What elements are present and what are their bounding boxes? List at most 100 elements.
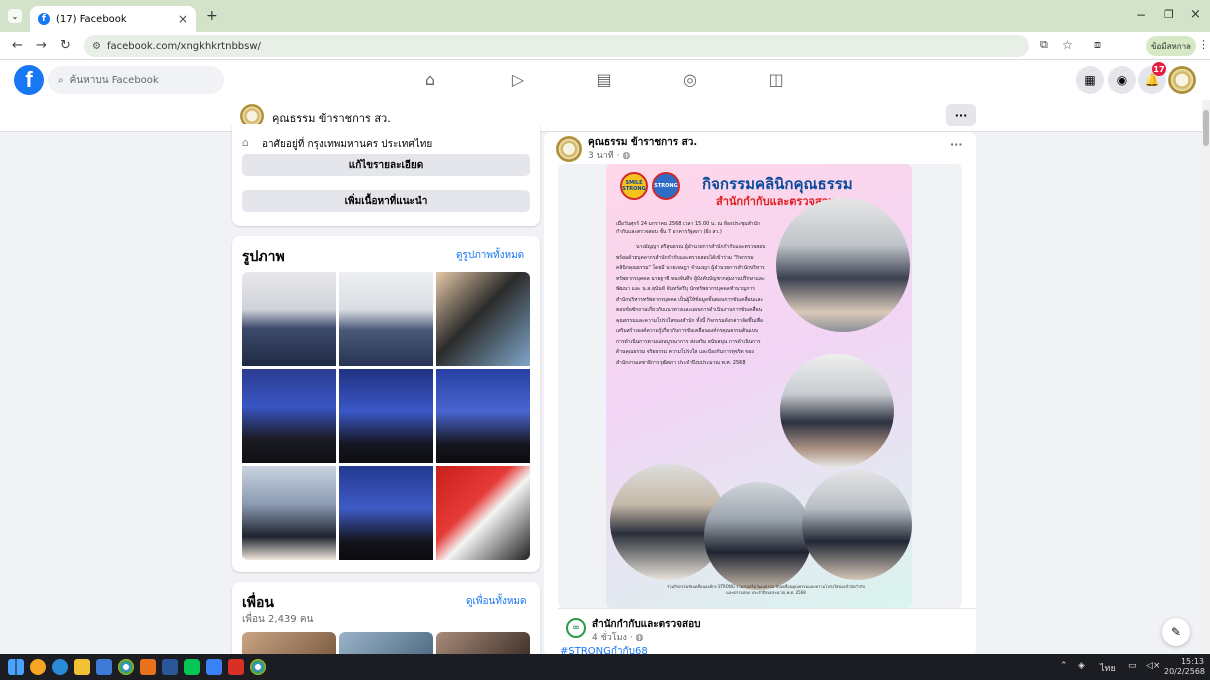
menu-grid-icon[interactable]: ▦	[1076, 66, 1104, 94]
add-featured-button[interactable]: เพิ่มเนื้อหาที่แนะนำ	[242, 190, 530, 212]
bookmark-star-icon[interactable]: ☆	[1062, 38, 1073, 52]
globe-icon: ◍	[635, 633, 644, 643]
photo-thumbnail[interactable]	[242, 369, 336, 463]
word-icon[interactable]	[162, 659, 178, 675]
close-window-icon[interactable]: ×	[1190, 7, 1201, 22]
display-icon[interactable]: ▭	[1128, 661, 1137, 671]
photo-thumbnail[interactable]	[436, 466, 530, 560]
close-tab-icon[interactable]: ×	[178, 12, 188, 26]
browser-toolbar: ← → ↻ ⚙ facebook.com/xngkhkrtnbbsw/ ⧉ ☆ …	[0, 32, 1210, 60]
line-app-icon[interactable]	[184, 659, 200, 675]
scrollbar-thumb[interactable]	[1203, 110, 1209, 146]
photo-thumbnail[interactable]	[339, 466, 433, 560]
meeting-photo-circle	[802, 470, 912, 580]
browser-tab-facebook[interactable]: f (17) Facebook ×	[30, 6, 196, 32]
poster-footer-text: ร่วมกิจกรรมขับเคลื่อนองค์กร STRONG ร่วมส…	[667, 584, 865, 595]
edge-browser-icon[interactable]	[52, 659, 68, 675]
profile-avatar[interactable]	[1168, 66, 1196, 94]
taskbar-app-icon[interactable]	[30, 659, 46, 675]
see-all-friends-link[interactable]: ดูเพื่อนทั้งหมด	[466, 594, 527, 609]
forward-arrow-icon[interactable]: →	[36, 38, 47, 53]
friends-card: เพื่อน ดูเพื่อนทั้งหมด เพื่อน 2,439 คน	[232, 582, 540, 662]
shared-time-text: 4 ชั่วโมง ·	[592, 633, 636, 643]
taskbar-app-icon[interactable]	[96, 659, 112, 675]
gaming-icon[interactable]: ◫	[764, 70, 788, 89]
photos-card: รูปภาพ ดูรูปภาพทั้งหมด	[232, 236, 540, 572]
taskbar-app-icon[interactable]	[140, 659, 156, 675]
smile-strong-logo: SMILE STRONG	[620, 172, 648, 200]
poster-body-text: นางอัญญา สรีสุนธรณ ผู้อำนวยการสำนักกำกับ…	[616, 244, 766, 366]
install-app-icon[interactable]: ⧉	[1040, 38, 1048, 52]
site-info-icon[interactable]: ⚙	[92, 41, 101, 52]
facebook-logo-icon[interactable]: f	[14, 65, 44, 95]
photo-thumbnail[interactable]	[339, 369, 433, 463]
back-arrow-icon[interactable]: ←	[12, 38, 23, 53]
browser-menu-icon[interactable]: ⋮	[1198, 38, 1209, 51]
tab-search-button[interactable]: ⌄	[8, 9, 22, 23]
edit-details-button[interactable]: แก้ไขรายละเอียด	[242, 154, 530, 176]
divider	[558, 608, 976, 609]
tray-chevron-icon[interactable]: ⌃	[1060, 661, 1068, 671]
photo-thumbnail[interactable]	[242, 272, 336, 366]
facebook-search-box[interactable]: ⌕ ค้นหาบน Facebook	[48, 66, 224, 94]
home-icon[interactable]: ⌂	[418, 70, 442, 89]
network-icon[interactable]: ◈	[1078, 661, 1085, 671]
restore-icon[interactable]: ❐	[1164, 8, 1174, 21]
photos-title: รูปภาพ	[242, 249, 285, 265]
clock-time: 15:13	[1180, 657, 1204, 666]
chrome-icon[interactable]	[250, 659, 266, 675]
acrobat-icon[interactable]	[228, 659, 244, 675]
file-explorer-icon[interactable]	[74, 659, 90, 675]
profile-label: ข้อมีสหกาล	[1151, 41, 1191, 51]
edit-details-label: แก้ไขรายละเอียด	[348, 159, 424, 171]
location-text: อาศัยอยู่ที่ กรุงเทพมหานคร ประเทศไทย	[262, 139, 433, 150]
taskbar-clock[interactable]: 15:13 20/2/2568	[1164, 657, 1205, 677]
new-message-icon[interactable]: ✎	[1162, 618, 1190, 646]
browser-tab-strip: ⌄ f (17) Facebook × + − ❐ ×	[0, 0, 1210, 32]
reload-icon[interactable]: ↻	[60, 38, 71, 53]
post-poster-image[interactable]: SMILE STRONG STRONG กิจกรรมคลินิกคุณธรรม…	[606, 164, 912, 608]
search-icon: ⌕	[58, 74, 64, 86]
marketplace-icon[interactable]: ▤	[592, 70, 616, 89]
page-scrollbar[interactable]	[1202, 100, 1210, 654]
intro-card: ⌂ อาศัยอยู่ที่ กรุงเทพมหานคร ประเทศไทย แ…	[232, 124, 540, 226]
search-placeholder: ค้นหาบน Facebook	[69, 74, 159, 86]
windows-start-icon[interactable]	[8, 659, 24, 675]
page-header-bar: คุณธรรม ข้าราชการ สว. ···	[0, 100, 1210, 132]
new-tab-icon[interactable]: +	[206, 8, 218, 24]
smile-strong-logo-text: SMILE STRONG	[622, 180, 646, 192]
volume-icon[interactable]: ◁×	[1146, 661, 1160, 671]
notification-count-badge: 17	[1152, 62, 1166, 76]
photo-thumbnail[interactable]	[339, 272, 433, 366]
poster-intro-text: เมื่อวันศุกร์ 24 มกราคม 2568 เวลา 15.00 …	[616, 221, 761, 235]
page-more-button[interactable]: ···	[946, 104, 976, 126]
minimize-icon[interactable]: −	[1136, 8, 1146, 22]
meeting-photo-circle	[780, 354, 894, 468]
photo-thumbnail[interactable]	[436, 369, 530, 463]
post-time-text: 3 นาที ·	[588, 151, 623, 161]
photo-grid	[242, 272, 530, 560]
chrome-icon[interactable]	[118, 659, 134, 675]
post-author-avatar[interactable]	[556, 136, 582, 162]
groups-icon[interactable]: ◎	[678, 70, 702, 89]
shared-page-avatar[interactable]: ∞	[566, 618, 586, 638]
address-bar[interactable]: ⚙ facebook.com/xngkhkrtnbbsw/	[84, 35, 1029, 57]
windows-taskbar: ⌃ ◈ ไทย ▭ ◁× 15:13 20/2/2568	[0, 654, 1210, 680]
see-all-photos-link[interactable]: ดูรูปภาพทั้งหมด	[456, 248, 524, 263]
friends-count: เพื่อน 2,439 คน	[242, 614, 314, 625]
add-featured-label: เพิ่มเนื้อหาที่แนะนำ	[344, 195, 428, 207]
meeting-photo-circle	[776, 198, 910, 332]
post-timestamp[interactable]: 3 นาที · ◍	[588, 148, 630, 162]
taskbar-app-icon[interactable]	[206, 659, 222, 675]
post-more-button[interactable]: ···	[950, 138, 963, 151]
extensions-icon[interactable]: ⧈	[1094, 38, 1101, 52]
tab-title: (17) Facebook	[56, 13, 127, 25]
shared-timestamp[interactable]: 4 ชั่วโมง · ◍	[592, 630, 643, 644]
video-icon[interactable]: ▷	[506, 70, 530, 89]
facebook-favicon-icon: f	[38, 13, 50, 25]
input-language[interactable]: ไทย	[1100, 661, 1116, 675]
messenger-icon[interactable]: ◉	[1108, 66, 1136, 94]
photo-thumbnail[interactable]	[242, 466, 336, 560]
photo-thumbnail[interactable]	[436, 272, 530, 366]
profile-button[interactable]: ข้อมีสหกาล	[1146, 36, 1196, 56]
